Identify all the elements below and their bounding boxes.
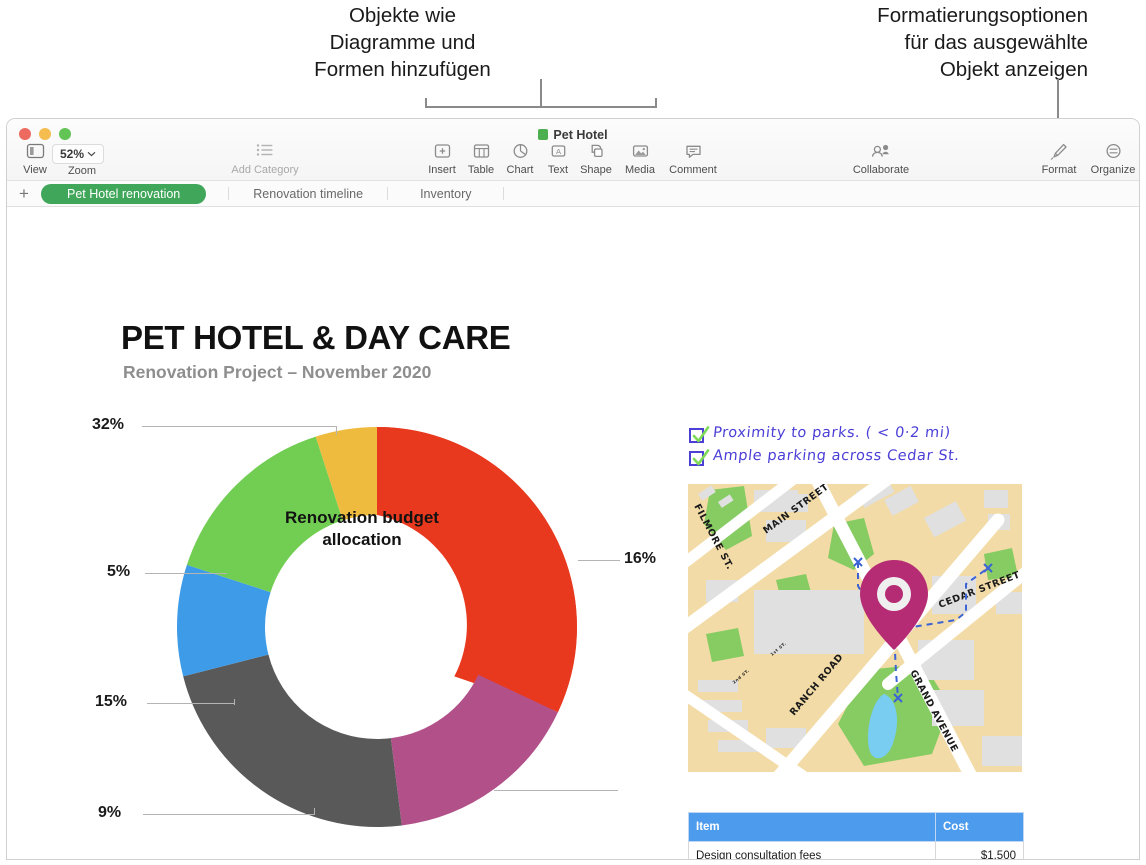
check-icon xyxy=(692,426,710,443)
checklist-item[interactable]: Proximity to parks. ( < 0·2 mi) xyxy=(689,425,960,448)
pct-label-5: 5% xyxy=(107,563,131,580)
budget-donut-chart[interactable] xyxy=(167,417,587,837)
tab-divider xyxy=(503,187,505,200)
leader-23 xyxy=(494,790,618,791)
pct-label-9: 9% xyxy=(98,804,122,821)
comment-button[interactable]: Comment xyxy=(662,143,724,176)
callout-format-panel: Formatierungsoptionen für das ausgewählt… xyxy=(877,4,1088,81)
donut-rings xyxy=(177,427,577,827)
collaborate-label: Collaborate xyxy=(852,164,910,176)
donut-center-line1: Renovation budget xyxy=(285,508,439,527)
add-category-button[interactable]: Add Category xyxy=(205,143,325,176)
numbers-window: Pet Hotel View 52% Zoom Add Category Ins… xyxy=(6,118,1140,860)
document-icon xyxy=(538,129,549,140)
format-button[interactable]: Format xyxy=(1031,143,1087,176)
media-button[interactable]: Media xyxy=(612,143,668,176)
table-row[interactable]: Design consultation fees $1,500 xyxy=(688,841,1024,859)
donut-center-line2: allocation xyxy=(322,530,402,549)
collaborate-icon xyxy=(841,143,921,162)
paintbrush-icon xyxy=(1031,143,1087,162)
window-titlebar: Pet Hotel View 52% Zoom Add Category Ins… xyxy=(7,119,1139,181)
comment-icon xyxy=(662,143,724,162)
table-cell-cost[interactable]: $1,500 xyxy=(935,841,1024,859)
table-header-item[interactable]: Item xyxy=(688,812,936,842)
tab-divider xyxy=(387,187,389,200)
page-title: PET HOTEL & DAY CARE xyxy=(121,319,511,356)
callout-add-objects: Objekte wie Diagramme und Formen hinzufü… xyxy=(314,4,491,81)
callout-left-bracket-stem xyxy=(540,79,542,108)
leader-9 xyxy=(143,814,315,815)
sheet-tab-renovation-timeline[interactable]: Renovation timeline xyxy=(235,184,381,204)
cost-table[interactable]: Item Cost Design consultation fees $1,50… xyxy=(688,812,1024,859)
document-title: Pet Hotel xyxy=(7,128,1139,142)
organize-icon xyxy=(1085,143,1139,162)
page-subtitle: Renovation Project – November 2020 xyxy=(123,362,432,382)
leader-9-tick xyxy=(314,808,315,815)
collaborate-button[interactable]: Collaborate xyxy=(841,143,921,176)
media-icon xyxy=(612,143,668,162)
checkbox-icon[interactable] xyxy=(689,449,710,466)
pct-label-32: 32% xyxy=(92,416,125,433)
map-svg: FILMORE ST. MAIN STREET CEDAR STREET RAN… xyxy=(688,484,1022,772)
comment-label: Comment xyxy=(669,164,717,176)
leader-32 xyxy=(142,426,337,427)
media-label: Media xyxy=(625,164,655,176)
sheet-tab-bar: + Pet Hotel renovation Renovation timeli… xyxy=(7,181,1139,207)
callout-left-bracket-bar xyxy=(425,106,657,108)
document-title-text: Pet Hotel xyxy=(553,128,608,142)
leader-16 xyxy=(578,560,620,561)
checklist-item[interactable]: Ample parking across Cedar St. xyxy=(689,448,960,471)
leader-15-tick xyxy=(234,699,235,705)
organize-button[interactable]: Organize xyxy=(1085,143,1139,176)
add-sheet-button[interactable]: + xyxy=(7,185,41,202)
list-icon xyxy=(205,143,325,162)
table-header-row: Item Cost xyxy=(688,812,1024,842)
donut-center-label: Renovation budget allocation xyxy=(242,507,482,551)
leader-15 xyxy=(147,703,235,704)
checklist-label: Ample parking across Cedar St. xyxy=(712,448,961,464)
leader-32-tick xyxy=(336,426,337,435)
map-image[interactable]: FILMORE ST. MAIN STREET CEDAR STREET RAN… xyxy=(688,484,1022,772)
pct-label-16: 16% xyxy=(624,550,657,567)
sheet-canvas[interactable]: PET HOTEL & DAY CARE Renovation Project … xyxy=(7,207,1139,859)
format-label: Format xyxy=(1041,164,1077,176)
zoom-control[interactable]: 52% xyxy=(52,144,105,164)
zoom-value: 52% xyxy=(60,147,85,161)
callout-left-bracket-tickL xyxy=(425,98,427,108)
handwritten-checklist: Proximity to parks. ( < 0·2 mi) Ample pa… xyxy=(689,425,960,471)
check-icon xyxy=(692,449,710,466)
tab-divider xyxy=(228,187,230,200)
sheet-tab-inventory[interactable]: Inventory xyxy=(394,184,497,204)
table-cell-item[interactable]: Design consultation fees xyxy=(688,841,936,859)
add-category-label: Add Category xyxy=(231,164,299,176)
table-header-cost[interactable]: Cost xyxy=(935,812,1024,842)
callout-left-bracket-tickR xyxy=(655,98,657,108)
organize-label: Organize xyxy=(1090,164,1136,176)
checkbox-icon[interactable] xyxy=(689,426,710,443)
checklist-label: Proximity to parks. ( < 0·2 mi) xyxy=(712,425,952,441)
zoom-label: Zoom xyxy=(67,165,97,177)
sheet-tab-pet-hotel-renovation[interactable]: Pet Hotel renovation xyxy=(41,183,207,204)
leader-5 xyxy=(145,573,227,574)
chevron-down-icon xyxy=(87,151,96,157)
svg-text:A: A xyxy=(555,147,561,156)
pct-label-15: 15% xyxy=(95,693,128,710)
